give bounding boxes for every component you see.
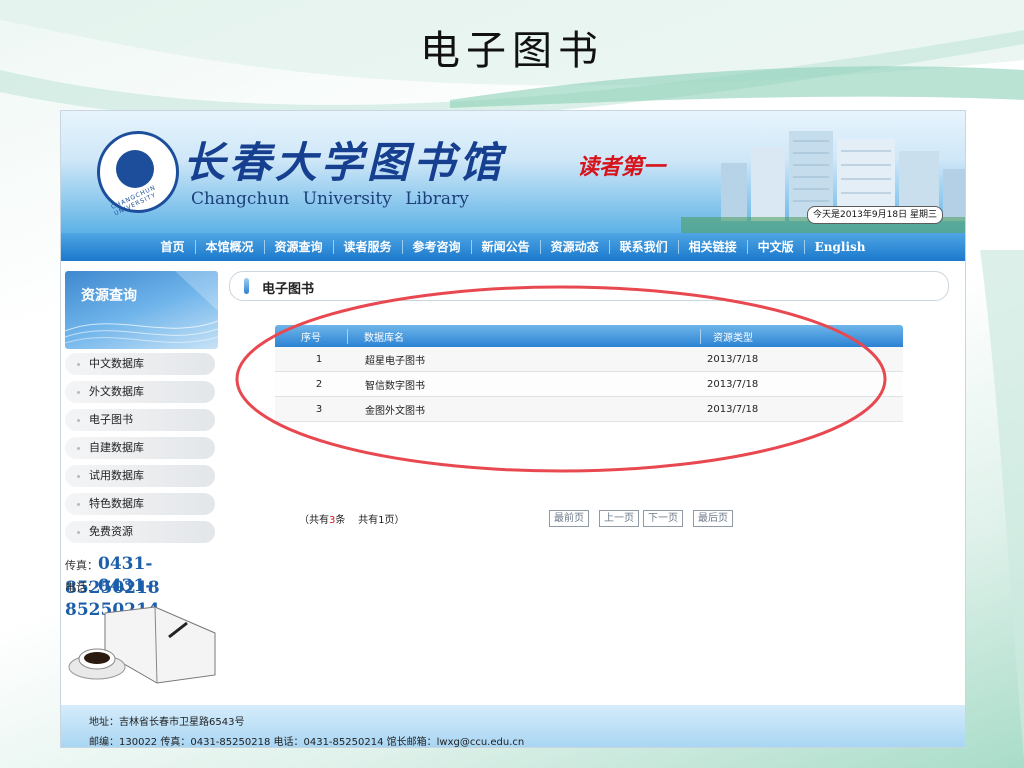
sidebar-item-self-built-db[interactable]: 自建数据库 xyxy=(65,437,215,459)
contact-info: 传真：0431-85250218 电话：0431-85250214 xyxy=(65,553,218,620)
sidebar-wave-decoration xyxy=(65,271,218,344)
content-title: 电子图书 xyxy=(262,282,315,297)
nav-contact[interactable]: 联系我们 xyxy=(608,240,678,254)
fax-label: 传真： xyxy=(65,559,98,572)
nav-about[interactable]: 本馆概况 xyxy=(194,240,264,254)
next-page-button[interactable]: 下一页 xyxy=(643,510,683,527)
phone-label: 电话： xyxy=(65,581,98,594)
footer-address: 地址：吉林省长春市卫星路6543号 xyxy=(89,717,245,728)
cell-type: 2013/7/18 xyxy=(707,403,759,415)
cell-db-name-link[interactable]: 金图外文图书 xyxy=(363,402,701,417)
sidebar-header: 资源查询 xyxy=(65,271,218,349)
sidebar-item-trial-db[interactable]: 试用数据库 xyxy=(65,465,215,487)
content-header: 电子图书 xyxy=(229,271,949,301)
cell-index: 2 xyxy=(315,378,323,390)
header-pill-icon xyxy=(244,278,249,294)
sidebar-item-free-resources[interactable]: 免费资源 xyxy=(65,521,215,543)
table-row[interactable]: 1 超星电子图书 2013/7/18 xyxy=(275,347,903,372)
table-row[interactable]: 3 金图外文图书 2013/7/18 xyxy=(275,397,903,422)
nav-reader-services[interactable]: 读者服务 xyxy=(332,240,402,254)
pager-buttons: 最前页 上一页 下一页 最后页 xyxy=(549,510,737,527)
cell-type: 2013/7/18 xyxy=(707,353,759,365)
first-page-button[interactable]: 最前页 xyxy=(549,510,589,527)
cell-db-name-link[interactable]: 超星电子图书 xyxy=(363,352,701,367)
header-banner: CHANGCHUN UNIVERSITY 长春大学图书馆 Changchun U… xyxy=(61,111,965,233)
nav-resource-updates[interactable]: 资源动态 xyxy=(539,240,609,254)
nav-home[interactable]: 首页 xyxy=(150,240,194,254)
library-name-cn: 长春大学图书馆 xyxy=(183,138,506,187)
nav-resource-search[interactable]: 资源查询 xyxy=(263,240,333,254)
main-navigation: 首页 本馆概况 资源查询 读者服务 参考咨询 新闻公告 资源动态 联系我们 相关… xyxy=(61,233,965,261)
sidebar-item-foreign-db[interactable]: 外文数据库 xyxy=(65,381,215,403)
page-footer: 地址：吉林省长春市卫星路6543号 邮编：130022 传真：0431-8525… xyxy=(61,705,965,747)
prev-page-button[interactable]: 上一页 xyxy=(599,510,639,527)
nav-links[interactable]: 相关链接 xyxy=(677,240,747,254)
seal-emblem-icon xyxy=(116,150,154,188)
footer-contact: 邮编：130022 传真：0431-85250218 电话：0431-85250… xyxy=(89,737,525,748)
pager-suffix: 条 共有1页） xyxy=(335,515,405,526)
sidebar-item-special-db[interactable]: 特色数据库 xyxy=(65,493,215,515)
nav-chinese[interactable]: 中文版 xyxy=(746,240,804,254)
pager-summary: （共有3条 共有1页） xyxy=(299,511,404,526)
pager-prefix: （共有 xyxy=(299,515,329,526)
slide-title: 电子图书 xyxy=(420,28,604,74)
cell-index: 1 xyxy=(315,353,323,365)
table-header: 序号 数据库名 资源类型 xyxy=(275,325,903,347)
library-name-en: Changchun University Library xyxy=(191,189,469,209)
sidebar-menu: 中文数据库 外文数据库 电子图书 自建数据库 试用数据库 特色数据库 免费资源 xyxy=(65,353,218,543)
sidebar-item-chinese-db[interactable]: 中文数据库 xyxy=(65,353,215,375)
sidebar-item-ebooks[interactable]: 电子图书 xyxy=(65,409,215,431)
cell-db-name-link[interactable]: 智信数字图书 xyxy=(363,377,701,392)
col-header-type: 资源类型 xyxy=(700,328,903,344)
current-date-display: 今天是2013年9月18日 星期三 xyxy=(807,206,943,224)
table-row[interactable]: 2 智信数字图书 2013/7/18 xyxy=(275,372,903,397)
cell-index: 3 xyxy=(315,403,323,415)
ebook-database-table: 序号 数据库名 资源类型 1 超星电子图书 2013/7/18 2 智信数字图书… xyxy=(275,325,903,422)
col-header-db-name: 数据库名 xyxy=(364,332,404,344)
last-page-button[interactable]: 最后页 xyxy=(693,510,733,527)
library-webpage-screenshot: CHANGCHUN UNIVERSITY 长春大学图书馆 Changchun U… xyxy=(60,110,966,748)
slogan-calligraphy: 读者第一 xyxy=(577,154,666,180)
cell-type: 2013/7/18 xyxy=(707,378,759,390)
col-header-index: 序号 xyxy=(275,328,348,344)
sidebar: 资源查询 中文数据库 外文数据库 电子图书 自建数据库 试用数据库 特色数据库 … xyxy=(65,271,218,693)
nav-reference[interactable]: 参考咨询 xyxy=(401,240,471,254)
nav-news[interactable]: 新闻公告 xyxy=(470,240,540,254)
nav-english[interactable]: English xyxy=(803,240,876,254)
book-and-coffee-illustration xyxy=(68,606,216,684)
university-seal-logo: CHANGCHUN UNIVERSITY xyxy=(97,131,179,217)
